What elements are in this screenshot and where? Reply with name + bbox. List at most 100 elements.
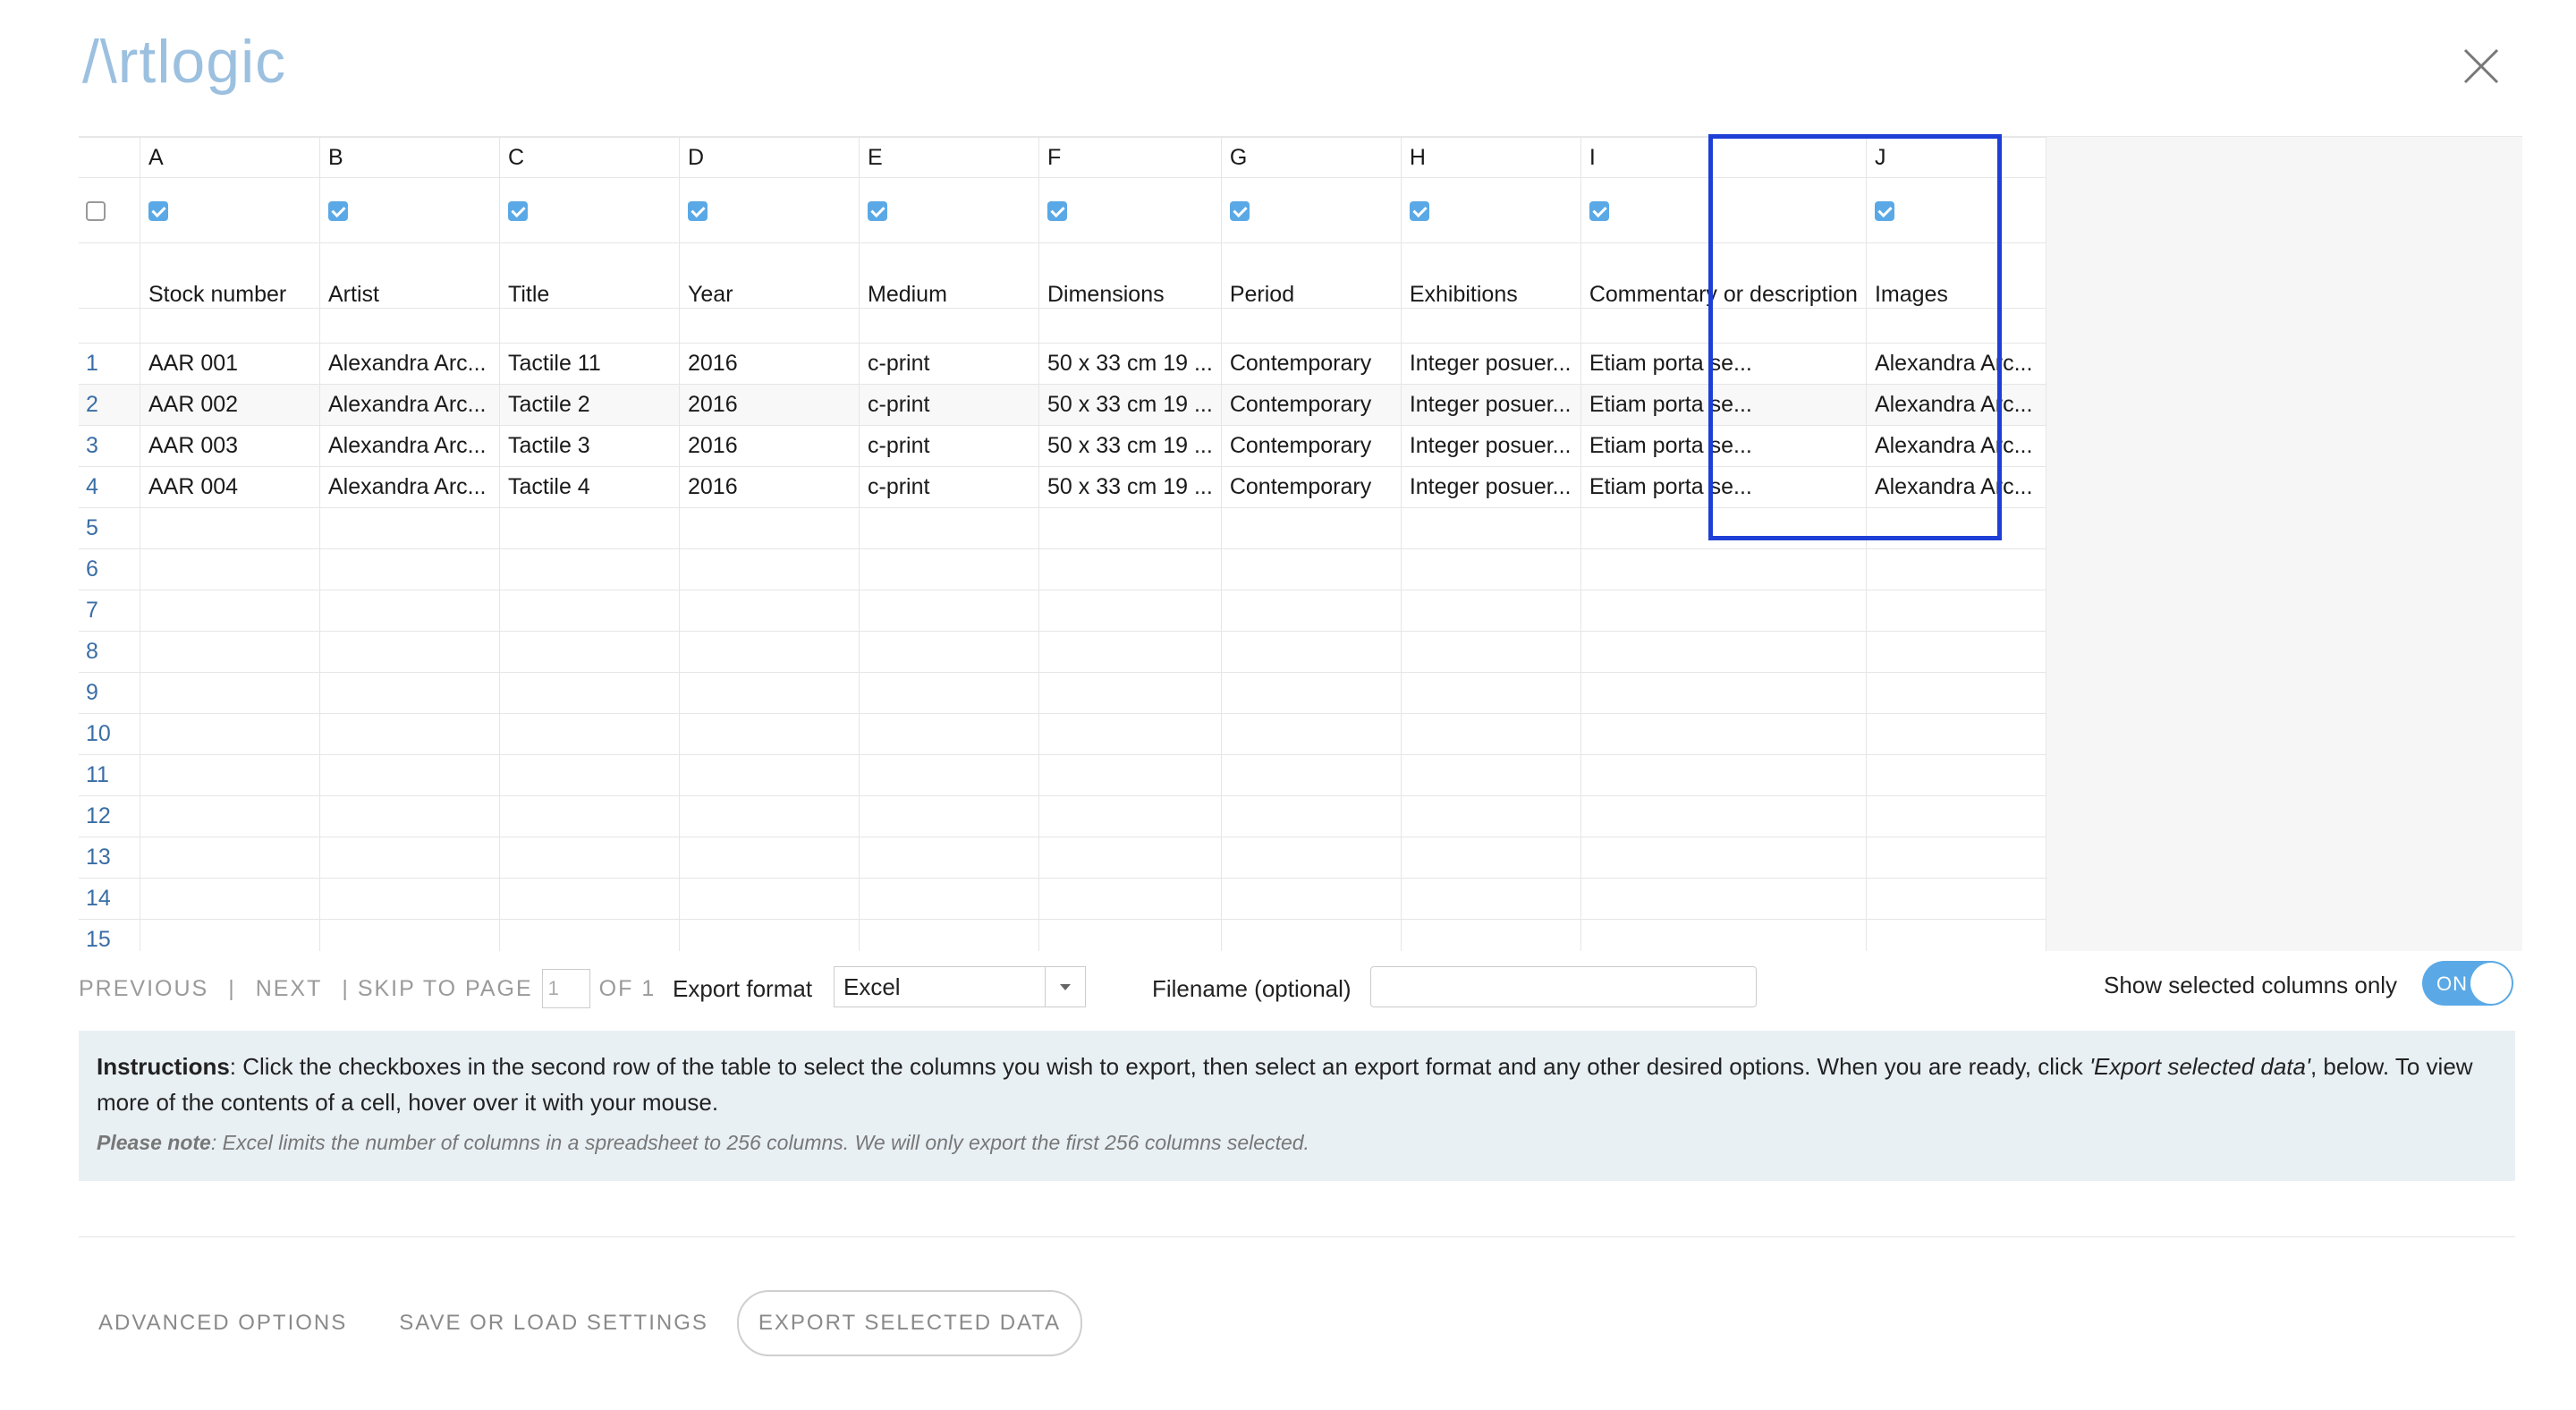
column-checkbox-g[interactable] <box>1229 200 1250 221</box>
table-cell[interactable]: Tactile 4 <box>499 466 680 508</box>
table-cell[interactable] <box>499 837 680 879</box>
table-cell[interactable] <box>1220 754 1402 796</box>
table-cell[interactable]: AAR 002 <box>140 384 320 426</box>
table-cell[interactable] <box>499 713 680 755</box>
table-cell[interactable]: Integer posuer... <box>1400 343 1581 385</box>
table-cell[interactable]: AAR 003 <box>140 425 320 467</box>
table-cell[interactable] <box>1038 507 1222 549</box>
table-cell[interactable] <box>499 507 680 549</box>
table-cell[interactable] <box>1580 713 1867 755</box>
table-cell[interactable] <box>1220 548 1402 590</box>
table-cell[interactable] <box>319 548 500 590</box>
table-cell[interactable] <box>1580 754 1867 796</box>
table-cell[interactable] <box>1400 590 1581 632</box>
column-checkbox-i[interactable] <box>1589 200 1609 221</box>
table-cell[interactable] <box>140 548 320 590</box>
table-cell[interactable] <box>499 919 680 951</box>
table-cell[interactable] <box>859 713 1039 755</box>
table-cell[interactable]: 50 x 33 cm 19 ... <box>1038 466 1222 508</box>
table-cell[interactable] <box>1038 837 1222 879</box>
table-cell[interactable]: 2016 <box>679 466 860 508</box>
table-cell[interactable]: Integer posuer... <box>1400 384 1581 426</box>
table-cell[interactable] <box>1865 713 2046 755</box>
select-all-checkbox[interactable] <box>86 200 106 221</box>
table-cell[interactable]: AAR 004 <box>140 466 320 508</box>
table-cell[interactable] <box>1220 590 1402 632</box>
column-checkbox-f[interactable] <box>1047 200 1067 221</box>
table-cell[interactable]: Etiam porta se... <box>1580 466 1867 508</box>
table-cell[interactable] <box>140 754 320 796</box>
table-cell[interactable] <box>499 878 680 920</box>
table-cell[interactable] <box>1400 795 1581 837</box>
table-cell[interactable] <box>499 590 680 632</box>
table-cell[interactable] <box>1865 631 2046 673</box>
table-cell[interactable] <box>1038 754 1222 796</box>
table-cell[interactable] <box>679 919 860 951</box>
table-cell[interactable] <box>859 795 1039 837</box>
table-cell[interactable] <box>499 548 680 590</box>
table-cell[interactable]: Alexandra Arc... <box>1865 384 2046 426</box>
table-cell[interactable] <box>140 507 320 549</box>
table-cell[interactable] <box>1038 590 1222 632</box>
table-cell[interactable]: AAR 001 <box>140 343 320 385</box>
table-cell[interactable] <box>1580 795 1867 837</box>
table-cell[interactable] <box>319 590 500 632</box>
table-cell[interactable] <box>1865 919 2046 951</box>
table-cell[interactable] <box>1220 837 1402 879</box>
table-cell[interactable] <box>1220 631 1402 673</box>
close-icon[interactable] <box>2460 45 2503 88</box>
table-cell[interactable] <box>1580 548 1867 590</box>
table-cell[interactable] <box>679 795 860 837</box>
table-cell[interactable] <box>859 837 1039 879</box>
table-cell[interactable]: Etiam porta se... <box>1580 384 1867 426</box>
advanced-options-button[interactable]: ADVANCED OPTIONS <box>79 1292 367 1355</box>
table-cell[interactable]: c-print <box>859 384 1039 426</box>
column-checkbox-c[interactable] <box>508 200 528 221</box>
column-checkbox-a[interactable] <box>148 200 168 221</box>
table-cell[interactable] <box>1865 754 2046 796</box>
table-cell[interactable]: Tactile 2 <box>499 384 680 426</box>
table-cell[interactable]: Contemporary <box>1220 466 1402 508</box>
table-cell[interactable] <box>679 754 860 796</box>
table-cell[interactable] <box>1400 878 1581 920</box>
table-cell[interactable] <box>1865 795 2046 837</box>
table-cell[interactable] <box>1220 878 1402 920</box>
table-cell[interactable] <box>319 754 500 796</box>
filename-input[interactable] <box>1370 966 1757 1007</box>
table-cell[interactable]: Alexandra Arc... <box>1865 466 2046 508</box>
table-cell[interactable]: Tactile 11 <box>499 343 680 385</box>
table-cell[interactable] <box>1220 919 1402 951</box>
table-cell[interactable] <box>140 878 320 920</box>
page-number-input[interactable] <box>541 969 590 1008</box>
table-cell[interactable]: Alexandra Arc... <box>1865 425 2046 467</box>
table-cell[interactable] <box>319 795 500 837</box>
table-cell[interactable] <box>319 507 500 549</box>
table-cell[interactable] <box>1400 713 1581 755</box>
table-cell[interactable] <box>1038 878 1222 920</box>
table-cell[interactable] <box>679 631 860 673</box>
table-cell[interactable] <box>1400 754 1581 796</box>
table-cell[interactable] <box>1580 919 1867 951</box>
table-cell[interactable]: Alexandra Arc... <box>319 343 500 385</box>
table-cell[interactable] <box>1865 672 2046 714</box>
table-cell[interactable] <box>1038 795 1222 837</box>
table-cell[interactable] <box>1580 672 1867 714</box>
export-format-select[interactable]: Excel <box>834 966 1086 1007</box>
table-cell[interactable] <box>1400 507 1581 549</box>
table-cell[interactable] <box>1865 837 2046 879</box>
table-cell[interactable] <box>1038 713 1222 755</box>
table-cell[interactable]: Integer posuer... <box>1400 466 1581 508</box>
table-cell[interactable] <box>1865 590 2046 632</box>
table-cell[interactable] <box>319 878 500 920</box>
table-cell[interactable]: Alexandra Arc... <box>1865 343 2046 385</box>
table-cell[interactable] <box>1220 713 1402 755</box>
table-cell[interactable] <box>1865 878 2046 920</box>
table-cell[interactable]: Integer posuer... <box>1400 425 1581 467</box>
table-cell[interactable] <box>1220 672 1402 714</box>
table-cell[interactable]: c-print <box>859 343 1039 385</box>
table-cell[interactable] <box>499 795 680 837</box>
table-cell[interactable] <box>140 672 320 714</box>
table-cell[interactable] <box>1580 878 1867 920</box>
table-cell[interactable] <box>140 590 320 632</box>
table-cell[interactable] <box>679 837 860 879</box>
